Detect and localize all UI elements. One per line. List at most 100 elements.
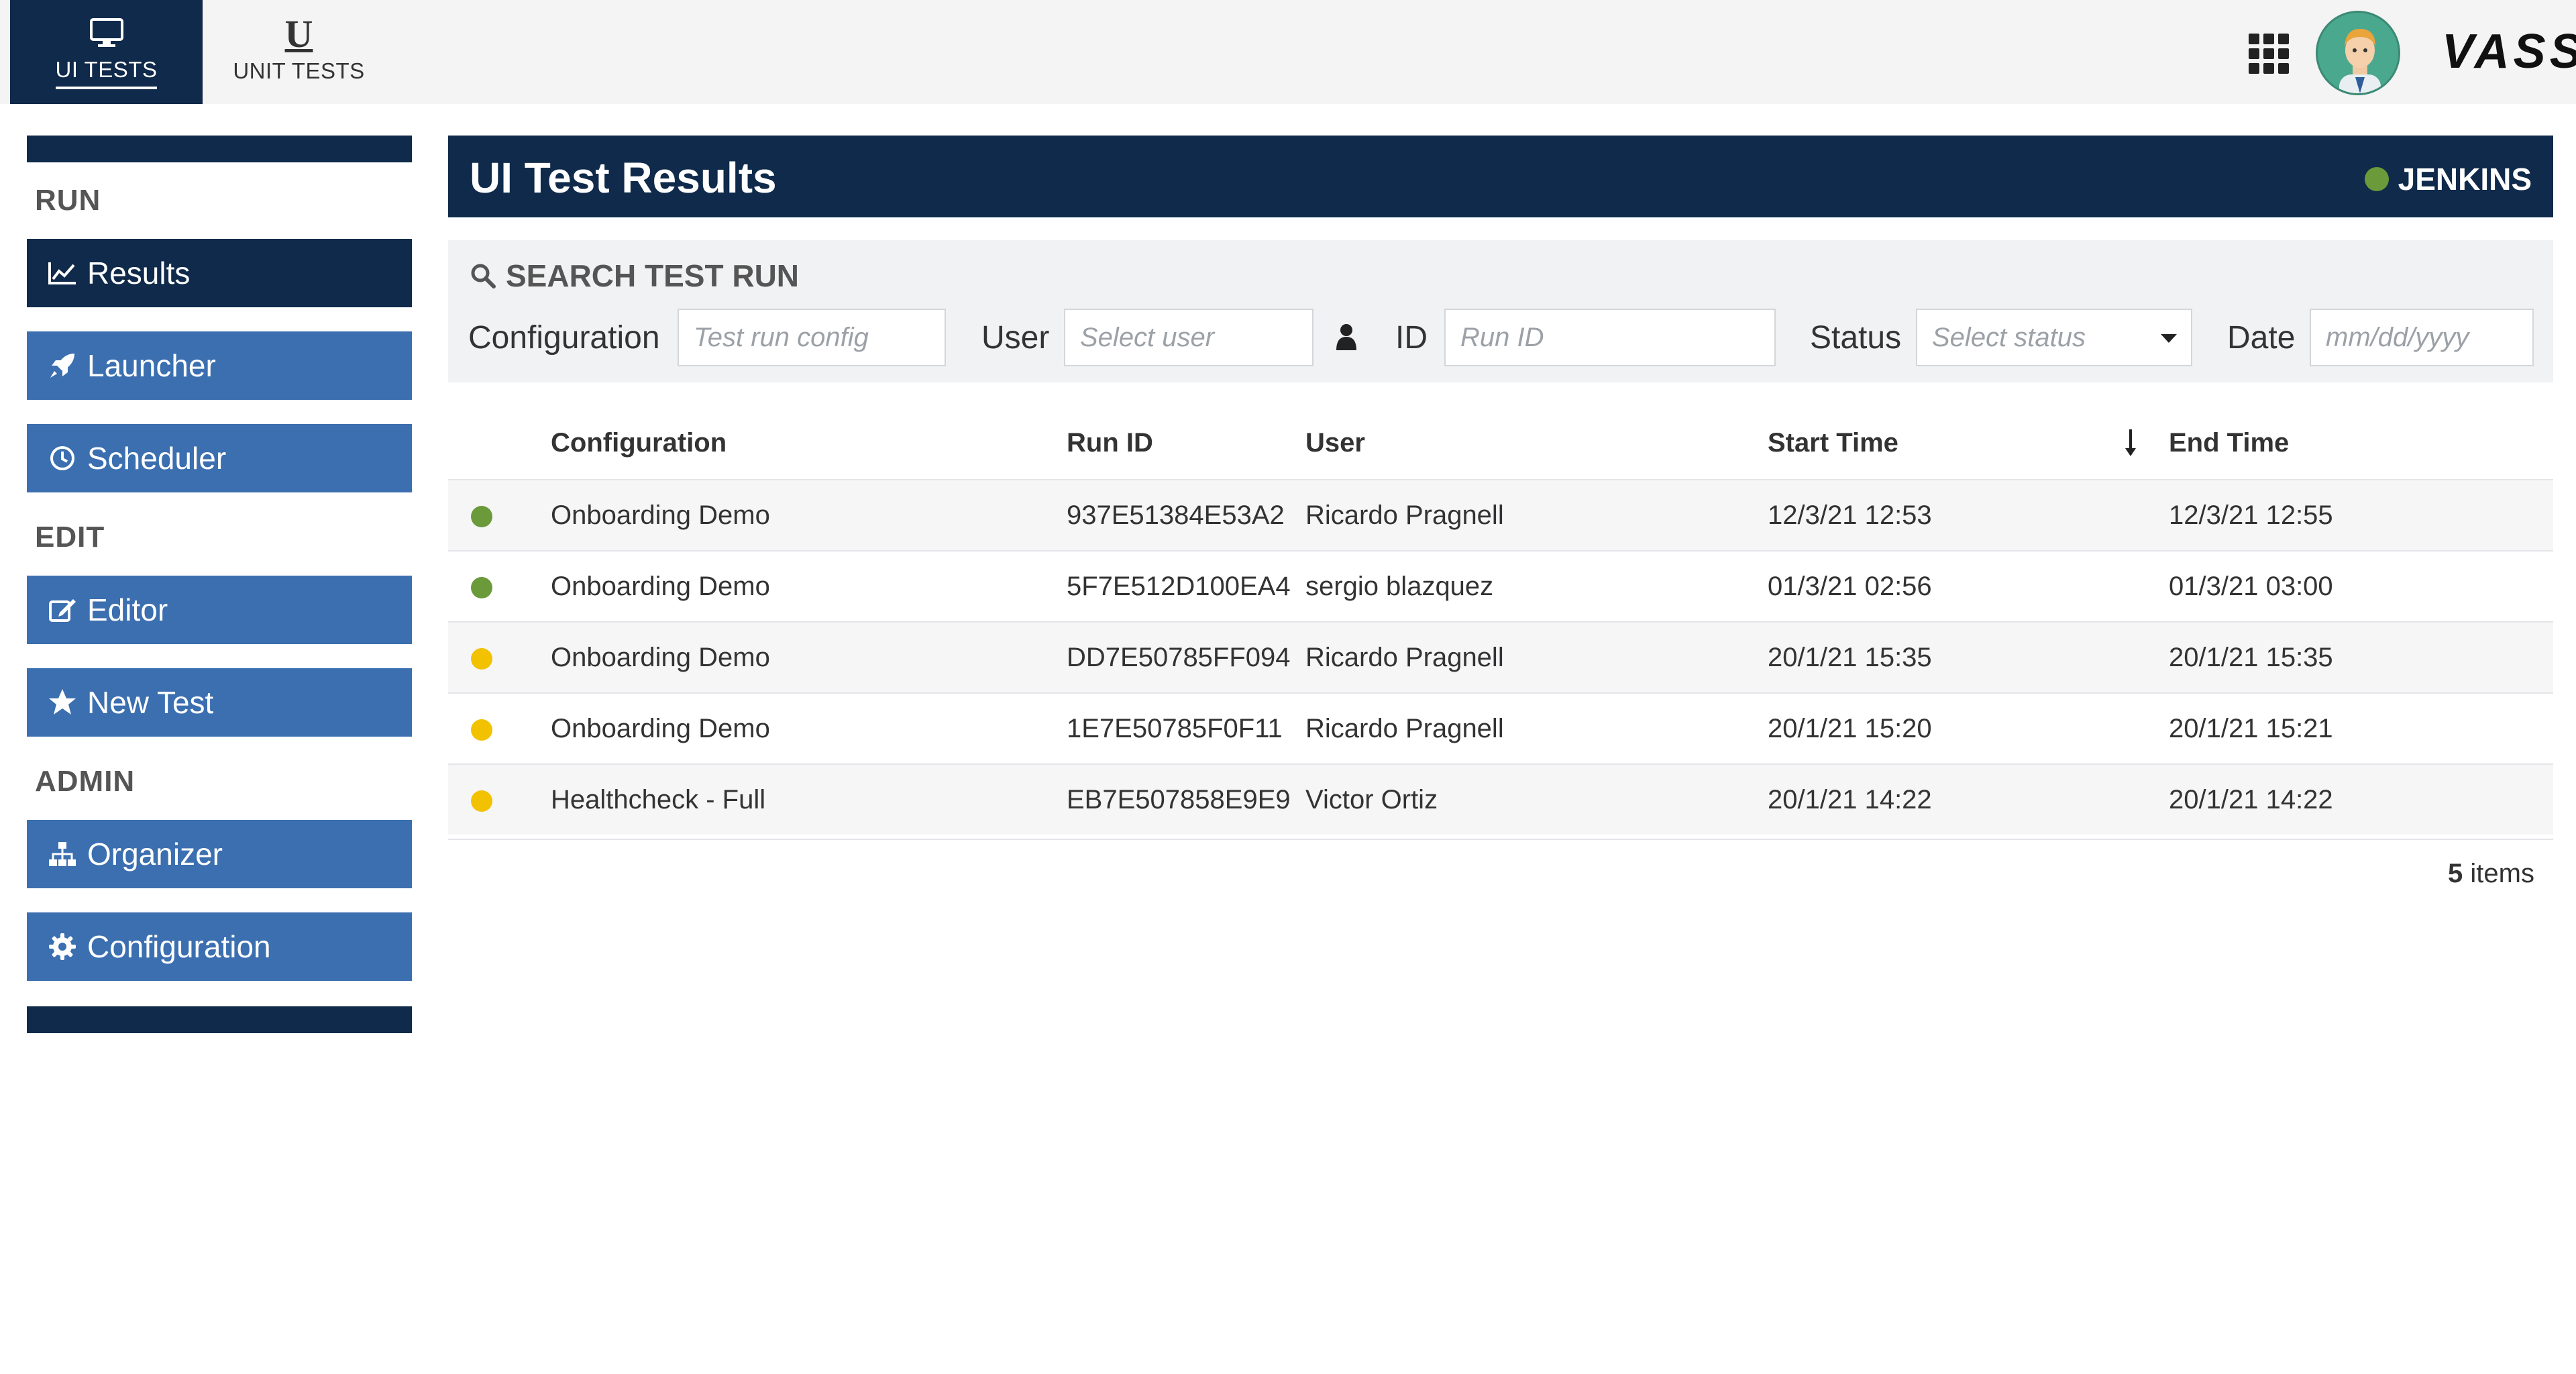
sidebar-heading-run: RUN — [35, 184, 101, 217]
cell-end-time: 20/1/21 15:35 — [2169, 643, 2333, 672]
sidebar-item-editor[interactable]: Editor — [27, 576, 412, 644]
grid-icon[interactable] — [2249, 34, 2289, 74]
user-filter-label: User — [981, 320, 1050, 356]
jenkins-label: JENKINS — [2398, 162, 2532, 197]
sidebar-bottom-bar — [27, 1006, 412, 1033]
sidebar-item-organizer[interactable]: Organizer — [27, 820, 412, 888]
sidebar-heading-edit: EDIT — [35, 521, 105, 553]
cell-configuration: Healthcheck - Full — [551, 785, 766, 814]
date-filter-input[interactable] — [2310, 309, 2534, 366]
cell-end-time: 01/3/21 03:00 — [2169, 572, 2333, 601]
cell-start-time: 01/3/21 02:56 — [1768, 572, 1932, 601]
table-row[interactable]: Onboarding Demo 937E51384E53A2 Ricardo Pra… — [448, 479, 2553, 550]
config-filter-label: Configuration — [468, 320, 660, 356]
sidebar-heading-admin: ADMIN — [35, 765, 136, 798]
sidebar-item-new-test[interactable]: New Test — [27, 668, 412, 737]
status-dot-icon — [471, 577, 492, 598]
sidebar-item-launcher-label: Launcher — [87, 348, 216, 383]
status-dot-icon — [471, 648, 492, 670]
star-icon — [47, 687, 78, 718]
sidebar-item-scheduler[interactable]: Scheduler — [27, 424, 412, 492]
sidebar-item-organizer-label: Organizer — [87, 837, 223, 871]
vass-logo: VASS — [2442, 25, 2576, 78]
tab-unit-tests-label: UNIT TESTS — [233, 58, 365, 83]
status-dot-icon — [2364, 167, 2389, 191]
sidebar-item-results-label: Results — [87, 256, 191, 290]
table-row[interactable]: Healthcheck - Full EB7E507858E9E9 Victor O… — [448, 763, 2553, 835]
cell-user: Victor Ortiz — [1305, 785, 1438, 814]
edit-icon — [47, 594, 78, 625]
gear-icon — [47, 931, 78, 962]
item-count-suffix: items — [2470, 859, 2534, 888]
table-row[interactable]: Onboarding Demo DD7E50785FF094 Ricardo Pra… — [448, 621, 2553, 692]
search-icon — [471, 264, 496, 288]
date-filter-label: Date — [2227, 320, 2296, 356]
cell-start-time: 20/1/21 14:22 — [1768, 785, 1932, 814]
avatar[interactable] — [2316, 11, 2400, 95]
cell-user: Ricardo Pragnell — [1305, 500, 1504, 530]
sidebar-item-editor-label: Editor — [87, 592, 168, 627]
user-filter-input[interactable] — [1064, 309, 1313, 366]
cell-configuration: Onboarding Demo — [551, 572, 770, 601]
cell-user: Ricardo Pragnell — [1305, 643, 1504, 672]
chevron-down-icon — [2161, 334, 2177, 343]
status-filter-label: Status — [1810, 320, 1902, 356]
sitemap-icon — [47, 839, 78, 869]
cell-configuration: Onboarding Demo — [551, 500, 770, 530]
cell-configuration: Onboarding Demo — [551, 643, 770, 672]
column-header-end-time[interactable]: End Time — [2169, 428, 2289, 458]
cell-run-id: 1E7E50785F0F11 — [1067, 714, 1283, 743]
cell-start-time: 12/3/21 12:53 — [1768, 500, 1932, 530]
sidebar-item-launcher[interactable]: Launcher — [27, 331, 412, 400]
tab-ui-tests[interactable]: UI TESTS — [10, 0, 203, 104]
item-count: 5 items — [2448, 859, 2534, 889]
table-row[interactable]: Onboarding Demo 5F7E512D100EA4 sergio blaz… — [448, 550, 2553, 621]
id-filter-label: ID — [1395, 320, 1428, 356]
column-header-configuration[interactable]: Configuration — [551, 428, 727, 458]
cell-run-id: DD7E50785FF094 — [1067, 643, 1291, 672]
search-panel: SEARCH TEST RUN Configuration User ID St… — [448, 240, 2553, 382]
results-header: UI Test Results JENKINS — [448, 136, 2553, 217]
status-dot-icon — [471, 506, 492, 527]
rocket-icon — [47, 350, 78, 381]
cell-start-time: 20/1/21 15:20 — [1768, 714, 1932, 743]
column-header-user[interactable]: User — [1305, 428, 1365, 458]
status-filter-select[interactable] — [1916, 309, 2192, 366]
sort-descending-icon[interactable] — [2123, 428, 2138, 458]
cell-end-time: 20/1/21 14:22 — [2169, 785, 2333, 814]
cell-run-id: 5F7E512D100EA4 — [1067, 572, 1291, 601]
sidebar-item-new-test-label: New Test — [87, 685, 214, 720]
search-title-label: SEARCH TEST RUN — [506, 258, 800, 293]
item-count-number: 5 — [2448, 859, 2463, 888]
column-header-run-id[interactable]: Run ID — [1067, 428, 1153, 458]
monitor-icon — [89, 15, 124, 50]
cell-user: Ricardo Pragnell — [1305, 714, 1504, 743]
sidebar-item-results[interactable]: Results — [27, 239, 412, 307]
table-row[interactable]: Onboarding Demo 1E7E50785F0F11 Ricardo Pra… — [448, 692, 2553, 763]
cell-configuration: Onboarding Demo — [551, 714, 770, 743]
sidebar-top-bar — [27, 136, 412, 162]
user-icon[interactable] — [1335, 322, 1358, 352]
sidebar-item-configuration[interactable]: Configuration — [27, 912, 412, 981]
run-id-filter-input[interactable] — [1444, 309, 1776, 366]
cell-run-id: 937E51384E53A2 — [1067, 500, 1285, 530]
status-dot-icon — [471, 719, 492, 741]
cell-end-time: 12/3/21 12:55 — [2169, 500, 2333, 530]
chart-line-icon — [47, 258, 78, 288]
clock-icon — [47, 443, 78, 474]
sidebar-item-scheduler-label: Scheduler — [87, 441, 227, 476]
tab-ui-tests-label: UI TESTS — [55, 57, 158, 89]
cell-user: sergio blazquez — [1305, 572, 1494, 601]
table-bottom-border — [448, 839, 2553, 840]
tab-unit-tests[interactable]: U UNIT TESTS — [203, 0, 395, 104]
search-title: SEARCH TEST RUN — [470, 258, 799, 294]
cell-start-time: 20/1/21 15:35 — [1768, 643, 1932, 672]
cell-end-time: 20/1/21 15:21 — [2169, 714, 2333, 743]
column-header-start-time[interactable]: Start Time — [1768, 428, 1898, 458]
page-title: UI Test Results — [470, 154, 777, 202]
config-filter-input[interactable] — [678, 309, 946, 366]
u-letter-icon: U — [284, 11, 313, 56]
sidebar-item-configuration-label: Configuration — [87, 929, 271, 964]
status-dot-icon — [471, 790, 492, 812]
top-bar: UI TESTS U UNIT TESTS VASS — [0, 0, 2576, 104]
